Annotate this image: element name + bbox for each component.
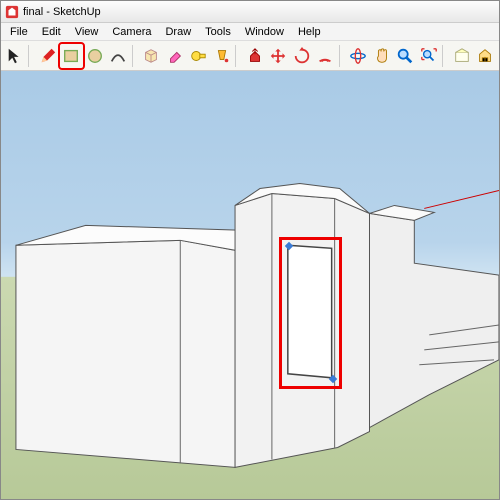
- circle-tool[interactable]: [83, 44, 106, 68]
- eraser-tool[interactable]: [163, 44, 186, 68]
- orbit-tool[interactable]: [347, 44, 370, 68]
- eraser-icon: [166, 47, 184, 65]
- menu-camera[interactable]: Camera: [105, 25, 158, 39]
- offset-icon: [316, 47, 334, 65]
- annotation-rectangle-on-face: [279, 237, 342, 389]
- toolbar: [1, 41, 499, 71]
- toolbar-separator: [132, 45, 138, 67]
- component-icon: [142, 47, 160, 65]
- line-tool[interactable]: [36, 44, 59, 68]
- move-icon: [269, 47, 287, 65]
- menu-tools[interactable]: Tools: [198, 25, 238, 39]
- paint-bucket-tool[interactable]: [210, 44, 233, 68]
- window-title: final - SketchUp: [23, 6, 101, 18]
- add-location-tool[interactable]: [450, 44, 473, 68]
- zoom-tool[interactable]: [394, 44, 417, 68]
- toolbar-separator: [235, 45, 241, 67]
- tape-icon: [189, 47, 207, 65]
- model-geometry: [1, 71, 499, 499]
- cursor-icon: [6, 47, 24, 65]
- tape-measure-tool[interactable]: [187, 44, 210, 68]
- menu-view[interactable]: View: [68, 25, 106, 39]
- pencil-icon: [39, 47, 57, 65]
- map-icon: [453, 47, 471, 65]
- menu-help[interactable]: Help: [291, 25, 328, 39]
- magnifier-icon: [396, 47, 414, 65]
- app-icon: [5, 5, 19, 19]
- titlebar: final - SketchUp: [1, 1, 499, 23]
- menu-draw[interactable]: Draw: [158, 25, 198, 39]
- menu-window[interactable]: Window: [238, 25, 291, 39]
- select-tool[interactable]: [3, 44, 26, 68]
- app-window: final - SketchUp File Edit View Camera D…: [0, 0, 500, 500]
- rotate-tool[interactable]: [290, 44, 313, 68]
- toolbar-separator: [339, 45, 345, 67]
- circle-icon: [86, 47, 104, 65]
- zoom-extents-tool[interactable]: [417, 44, 440, 68]
- arc-icon: [109, 47, 127, 65]
- arc-tool[interactable]: [106, 44, 129, 68]
- pushpull-icon: [246, 47, 264, 65]
- toolbar-separator: [28, 45, 34, 67]
- menu-edit[interactable]: Edit: [35, 25, 68, 39]
- rectangle-icon: [62, 47, 80, 65]
- orbit-icon: [349, 47, 367, 65]
- bucket-icon: [213, 47, 231, 65]
- pushpull-tool[interactable]: [243, 44, 266, 68]
- warehouse-icon: [476, 47, 494, 65]
- menu-file[interactable]: File: [3, 25, 35, 39]
- offset-tool[interactable]: [313, 44, 336, 68]
- pan-tool[interactable]: [370, 44, 393, 68]
- menubar: File Edit View Camera Draw Tools Window …: [1, 23, 499, 41]
- rotate-icon: [293, 47, 311, 65]
- toolbar-separator: [442, 45, 448, 67]
- move-tool[interactable]: [267, 44, 290, 68]
- make-component-tool[interactable]: [140, 44, 163, 68]
- get-models-tool[interactable]: [474, 44, 497, 68]
- zoom-extents-icon: [420, 47, 438, 65]
- hand-icon: [373, 47, 391, 65]
- rectangle-tool[interactable]: [60, 44, 83, 68]
- model-viewport[interactable]: [1, 71, 499, 499]
